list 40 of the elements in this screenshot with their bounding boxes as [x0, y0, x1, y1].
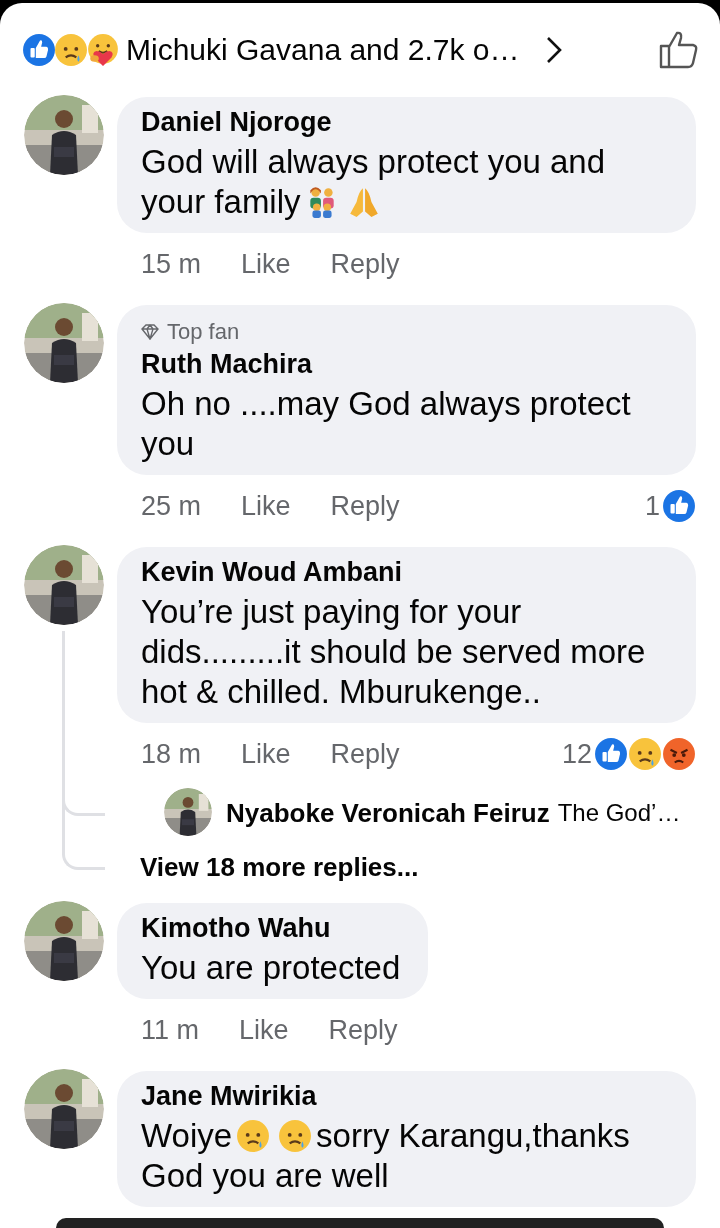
- commenter-name[interactable]: Jane Mwirikia: [141, 1079, 668, 1113]
- diamond-icon: [141, 324, 159, 340]
- comment-text: Woiye sorry Karangu,thanks God you are well: [141, 1116, 631, 1196]
- comment-time: 25 m: [141, 490, 202, 522]
- sad-face-icon: [236, 1119, 271, 1153]
- comment-text: Oh no ....may God always protect you: [141, 384, 632, 464]
- comment-text: You are protected: [141, 948, 401, 988]
- sad-face-icon: [278, 1119, 313, 1153]
- reply-link[interactable]: Reply: [330, 248, 400, 280]
- thread-branch-line: [62, 841, 105, 870]
- reply-preview: The God’…: [557, 799, 681, 827]
- top-fan-label: Top fan: [167, 319, 240, 345]
- reaction-count: 1: [644, 490, 660, 522]
- like-link[interactable]: Like: [241, 738, 291, 770]
- like-link[interactable]: Like: [239, 1014, 289, 1046]
- reply-link[interactable]: Reply: [330, 738, 400, 770]
- reply-author[interactable]: Nyaboke Veronicah Feiruz: [226, 797, 550, 829]
- comment-text: You’re just paying for your dids.........it should be served more hot & chilled. Mburukenge..: [141, 592, 647, 712]
- reply-link[interactable]: Reply: [330, 490, 400, 522]
- comment-time: 15 m: [141, 248, 202, 280]
- comment-text: God will always protect you and your family: [141, 142, 607, 222]
- commenter-name[interactable]: Daniel Njoroge: [141, 105, 668, 139]
- view-more-replies-link[interactable]: View 18 more replies...: [140, 851, 419, 883]
- reply-link[interactable]: Reply: [328, 1014, 398, 1046]
- reaction-count: 12: [561, 738, 592, 770]
- comment-time: 18 m: [141, 738, 202, 770]
- angry-face-icon: [662, 737, 696, 771]
- reactions-summary[interactable]: Michuki Gavana and 2.7k o…: [126, 33, 520, 67]
- sad-face-icon: [54, 33, 88, 67]
- commenter-name[interactable]: Kimotho Wahu: [141, 911, 401, 945]
- like-link[interactable]: Like: [241, 490, 291, 522]
- like-reaction-icon: [594, 737, 628, 771]
- thumbs-up-icon[interactable]: [658, 29, 700, 71]
- like-link[interactable]: Like: [241, 248, 291, 280]
- commenter-name[interactable]: Kevin Woud Ambani: [141, 555, 668, 589]
- sad-face-icon: [628, 737, 662, 771]
- like-reaction-icon: [22, 33, 56, 67]
- comment-time: 11 m: [141, 1014, 200, 1046]
- commenter-name[interactable]: Ruth Machira: [141, 347, 668, 381]
- like-reaction-icon: [662, 489, 696, 523]
